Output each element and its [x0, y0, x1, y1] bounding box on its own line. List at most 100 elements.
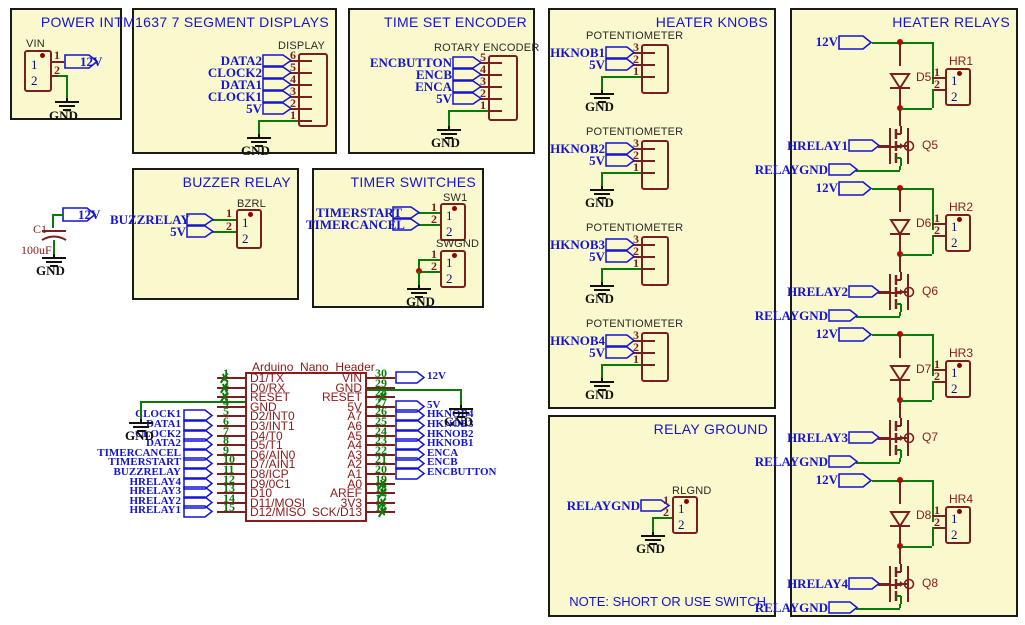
- net-label: HRELAY1: [129, 504, 181, 517]
- connector-pin-label: 2: [31, 73, 38, 88]
- connector-pin1-marker-bzrl: [248, 212, 253, 217]
- mosfet-ref: Q7: [922, 430, 939, 444]
- connector-ref: HR4: [949, 492, 974, 506]
- wire: [899, 188, 901, 212]
- net-label: 12V: [80, 54, 103, 69]
- net-label: 12V: [815, 472, 838, 487]
- connector-pin-label: 2: [951, 527, 958, 542]
- net-flag-5v: [605, 154, 636, 168]
- block-title-displays: TM1637 7 SEGMENT DISPLAYS: [114, 14, 329, 30]
- connector-ref: HR2: [949, 200, 974, 214]
- ground-label: GND: [406, 294, 435, 309]
- wire: [899, 108, 932, 110]
- pin-number: 2: [431, 212, 437, 226]
- wire: [601, 76, 641, 78]
- connector-pin-label: 1: [31, 57, 38, 72]
- net-flag-5v-buzzer: [186, 225, 215, 239]
- wire: [140, 401, 142, 421]
- net-flag-12v: [838, 35, 873, 50]
- connector-pin-label: 2: [951, 381, 958, 396]
- net-label: HRELAY2: [787, 284, 848, 299]
- net-flag-5v: [605, 346, 636, 360]
- wire: [856, 462, 900, 464]
- ground-label: GND: [585, 195, 614, 210]
- wire: [652, 517, 672, 519]
- connector-pin1-marker: [957, 217, 962, 222]
- net-label: 5V: [436, 91, 452, 106]
- ground-label: GND: [585, 291, 614, 306]
- diode-ref: D5: [916, 70, 932, 84]
- wire: [856, 170, 900, 172]
- net-flag-hrelay4: [848, 577, 881, 591]
- block-title-relay-ground: RELAY GROUND: [653, 421, 768, 437]
- net-flag-12v: [395, 371, 426, 385]
- wire: [52, 214, 54, 228]
- pin-wire: [878, 584, 900, 586]
- connector-vin: [24, 50, 52, 92]
- mosfet-ref: Q8: [922, 576, 939, 590]
- connector-pin-label: 1: [951, 365, 958, 380]
- connector-pin-label: 2: [678, 517, 685, 532]
- net-flag-hrelay1: [183, 505, 214, 519]
- pin-number: 2: [934, 515, 940, 529]
- block-title-power-in: POWER IN: [40, 14, 114, 30]
- connector-ref: HR3: [949, 346, 974, 360]
- mosfet-ref: Q6: [922, 284, 939, 298]
- net-flag-5v-encoder: [452, 92, 483, 106]
- pin-number: 2: [934, 369, 940, 383]
- net-flag-relaygnd: [828, 309, 859, 323]
- ground-label: GND: [444, 414, 473, 429]
- pin-number: 2: [934, 77, 940, 91]
- net-label: 12V: [427, 370, 446, 382]
- net-label: RELAYGND: [754, 162, 828, 177]
- ground-label: GND: [431, 135, 460, 150]
- net-label: RELAYGND: [754, 600, 828, 615]
- connector-name-swgnd: SWGND: [436, 238, 480, 250]
- connector-pin-label: 1: [678, 501, 685, 516]
- connector-pin-label: 1: [951, 73, 958, 88]
- wire: [212, 231, 236, 233]
- net-flag-hrelay1: [848, 139, 881, 153]
- net-label: TIMERCANCEL: [306, 217, 405, 232]
- wire: [899, 334, 901, 358]
- diode-ref: D8: [916, 508, 932, 522]
- pin-wire: [217, 405, 245, 408]
- ground-label: GND: [585, 99, 614, 114]
- net-flag-hrelay2: [848, 285, 881, 299]
- relay-ground-note: NOTE: SHORT OR USE SWITCH: [569, 594, 766, 609]
- block-title-encoder: TIME SET ENCODER: [383, 14, 527, 30]
- wire: [899, 254, 932, 256]
- pin-number: 2: [226, 219, 232, 233]
- net-flag-5v: [605, 58, 636, 72]
- ground-label: GND: [241, 143, 270, 158]
- pin-wire: [878, 438, 900, 440]
- connector-pin1-marker-swgnd: [452, 253, 457, 258]
- pin-wire: [217, 444, 245, 447]
- pin-wire: [217, 434, 245, 437]
- net-flag-12v: [838, 327, 873, 342]
- wire: [66, 75, 68, 100]
- mosfet-ref: Q5: [922, 138, 939, 152]
- net-flag-relaygnd: [828, 601, 859, 615]
- wire: [601, 268, 641, 270]
- wire: [872, 480, 934, 482]
- net-label: 5V: [589, 345, 605, 360]
- net-flag-hrelay3: [848, 431, 881, 445]
- block-title-timer-switches: TIMER SWITCHES: [350, 174, 476, 190]
- net-label: 5V: [589, 249, 605, 264]
- connector-pin-label: 1: [951, 219, 958, 234]
- ground-label: GND: [125, 428, 154, 443]
- net-label: 5V: [246, 101, 262, 116]
- pin-number: 2: [431, 259, 437, 273]
- ground-label: GND: [636, 541, 665, 556]
- connector-pin1-marker: [957, 71, 962, 76]
- wire: [367, 389, 462, 391]
- block-title-heater-knobs: HEATER KNOBS: [655, 14, 768, 30]
- connector-display: [298, 53, 328, 127]
- net-flag-relaygnd: [828, 163, 859, 177]
- wire: [872, 188, 934, 190]
- net-label: HRELAY1: [787, 138, 848, 153]
- connector-pin-label: 1: [951, 511, 958, 526]
- block-title-heater-relays: HEATER RELAYS: [892, 14, 1010, 30]
- pin-wire: [878, 292, 900, 294]
